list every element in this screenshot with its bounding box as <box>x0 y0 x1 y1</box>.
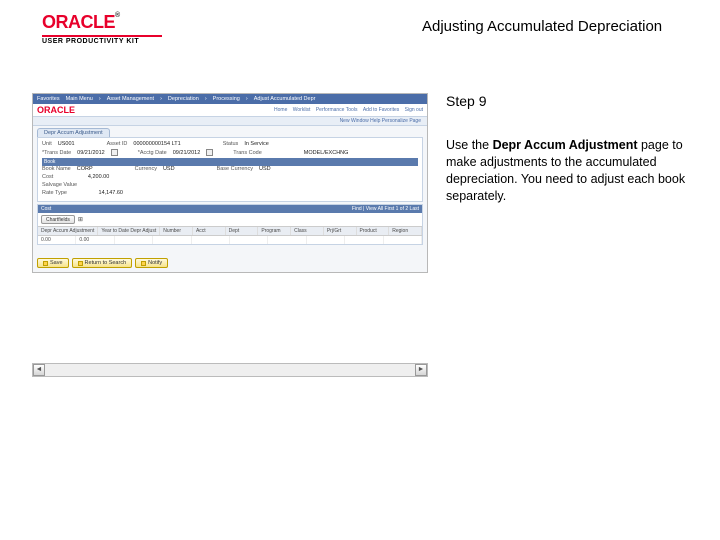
oracle-tm: ® <box>115 12 120 19</box>
nav-favorites[interactable]: Favorites <box>37 96 60 102</box>
cell[interactable] <box>230 236 268 244</box>
val-currency: USD <box>163 166 175 172</box>
lbl-salvage: Salvage Value <box>42 182 77 188</box>
cell[interactable] <box>384 236 422 244</box>
grid-header: Depr Accum Adjustment Year to Date Depr … <box>38 226 422 236</box>
cell[interactable] <box>268 236 306 244</box>
instruction-pane: Step 9 Use the Depr Accum Adjustment pag… <box>446 93 696 377</box>
nav-adjust[interactable]: Adjust Accumulated Depr <box>254 96 316 102</box>
val-basecurr: USD <box>259 166 271 172</box>
horizontal-scrollbar[interactable]: ◄ ► <box>32 363 428 377</box>
page-title: Adjusting Accumulated Depreciation <box>162 12 704 35</box>
app-subbar[interactable]: New Window Help Personalize Page <box>33 116 427 126</box>
link-home[interactable]: Home <box>274 107 287 113</box>
instr-before: Use the <box>446 138 493 152</box>
notify-button[interactable]: Notify <box>135 258 168 268</box>
cell[interactable]: 0.00 <box>38 236 76 244</box>
calendar-icon[interactable] <box>111 149 118 156</box>
nav-depreciation[interactable]: Depreciation <box>168 96 199 102</box>
book-title: Book <box>44 159 416 165</box>
cell[interactable] <box>307 236 345 244</box>
col-depr: Depr Accum Adjustment <box>38 227 98 235</box>
notify-icon <box>141 261 146 266</box>
val-cost: 4,200.00 <box>59 174 109 180</box>
notify-label: Notify <box>148 260 162 266</box>
val-transdate[interactable]: 09/21/2012 <box>77 150 105 156</box>
book-header: Book <box>42 158 418 166</box>
lbl-currency: Currency <box>135 166 157 172</box>
col-dept: Dept <box>226 227 259 235</box>
cell[interactable] <box>345 236 383 244</box>
val-acctgdate[interactable]: 09/21/2012 <box>173 150 201 156</box>
chartfields-button[interactable]: Chartfields <box>41 215 75 224</box>
save-button[interactable]: Save <box>37 258 69 268</box>
col-acct: Acct <box>193 227 226 235</box>
link-worklist[interactable]: Worklist <box>293 107 311 113</box>
oracle-logo-text: ORACLE <box>42 12 115 32</box>
lbl-acctgdate: *Acctg Date <box>138 150 167 156</box>
cell[interactable] <box>115 236 153 244</box>
app-window: Favorites Main Menu › Asset Management ›… <box>32 93 428 273</box>
scroll-left-button[interactable]: ◄ <box>33 364 45 376</box>
lbl-asset: Asset ID <box>107 141 128 147</box>
lbl-status: Status <box>223 141 239 147</box>
lbl-bookname: Book Name <box>42 166 71 172</box>
link-signout[interactable]: Sign out <box>405 107 423 113</box>
nav-asset-mgmt[interactable]: Asset Management <box>107 96 154 102</box>
expand-icon[interactable]: ⊞ <box>78 216 83 223</box>
tab-depr-accum[interactable]: Depr Accum Adjustment <box>37 128 110 137</box>
cell[interactable]: 0.00 <box>76 236 114 244</box>
val-asset: 000000000154 LT1 <box>133 141 180 147</box>
scroll-right-button[interactable]: ► <box>415 364 427 376</box>
oracle-logo: ORACLE® <box>42 12 162 33</box>
upk-label: USER PRODUCTIVITY KIT <box>42 35 162 45</box>
table-row[interactable]: 0.00 0.00 <box>38 236 422 244</box>
cost-block: Cost Find | View All First 1 of 2 Last C… <box>37 204 423 245</box>
lbl-unit: Unit <box>42 141 52 147</box>
val-ratetype: 14,147.60 <box>73 190 123 196</box>
logo-block: ORACLE® USER PRODUCTIVITY KIT <box>42 12 162 45</box>
link-perf[interactable]: Performance Tools <box>316 107 358 113</box>
breadcrumb: Favorites Main Menu › Asset Management ›… <box>33 94 427 104</box>
cell[interactable] <box>153 236 191 244</box>
return-label: Return to Search <box>85 260 127 266</box>
return-button[interactable]: Return to Search <box>72 258 133 268</box>
col-class: Class <box>291 227 324 235</box>
top-links: Home Worklist Performance Tools Add to F… <box>270 107 423 113</box>
val-status: In Service <box>244 141 268 147</box>
col-ytd: Year to Date Depr Adjust <box>98 227 160 235</box>
form-area: Unit US001 Asset ID 000000000154 LT1 Sta… <box>37 137 423 202</box>
nav-mainmenu[interactable]: Main Menu <box>66 96 93 102</box>
step-label: Step 9 <box>446 93 696 109</box>
lbl-transdate: *Trans Date <box>42 150 71 156</box>
link-fav[interactable]: Add to Favorites <box>363 107 399 113</box>
col-prog: Program <box>258 227 291 235</box>
cost-title: Cost <box>41 206 51 212</box>
col-region: Region <box>389 227 422 235</box>
lbl-transcode: Trans Code <box>233 150 262 156</box>
return-icon <box>78 261 83 266</box>
save-icon <box>43 261 48 266</box>
app-screenshot: Favorites Main Menu › Asset Management ›… <box>32 93 428 377</box>
instruction-text: Use the Depr Accum Adjustment page to ma… <box>446 137 696 205</box>
calendar-icon[interactable] <box>206 149 213 156</box>
cost-finder[interactable]: Find | View All First 1 of 2 Last <box>352 206 419 212</box>
lbl-basecurr: Base Currency <box>217 166 253 172</box>
app-oracle-logo: ORACLE <box>37 105 75 115</box>
nav-processing[interactable]: Processing <box>213 96 240 102</box>
lbl-ratetype: Rate Type <box>42 190 67 196</box>
val-rate: MODEL/EXCHNG <box>304 150 349 156</box>
lbl-cost: Cost <box>42 174 53 180</box>
val-bookname: CORP <box>77 166 93 172</box>
col-prj: Prj/Grt <box>324 227 357 235</box>
save-label: Save <box>50 260 63 266</box>
val-unit: US001 <box>58 141 75 147</box>
instr-bold: Depr Accum Adjustment <box>493 138 638 152</box>
col-prod: Product <box>357 227 390 235</box>
col-num: Number <box>160 227 193 235</box>
cell[interactable] <box>192 236 230 244</box>
